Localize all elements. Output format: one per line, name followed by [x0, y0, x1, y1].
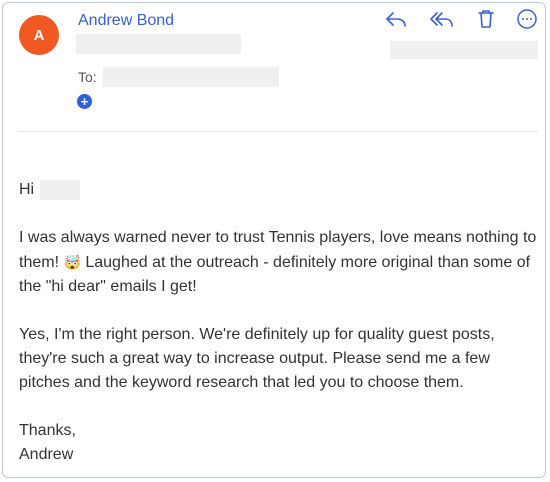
redacted-recipient	[103, 67, 279, 87]
email-card: A Andrew Bond To: + Hi I was always warn…	[2, 2, 546, 478]
redacted-sender-email	[76, 34, 241, 54]
add-recipient-icon[interactable]: +	[77, 94, 92, 109]
header-divider	[18, 131, 538, 132]
redacted-recipient-name	[40, 180, 81, 200]
signoff: Thanks,	[19, 422, 76, 439]
paragraph-1: I was always warned never to trust Tenni…	[19, 229, 537, 295]
greeting-line: Hi	[19, 178, 539, 202]
more-options-icon[interactable]	[514, 8, 540, 30]
greeting: Hi	[19, 181, 35, 198]
redacted-date	[390, 41, 538, 59]
reply-all-icon[interactable]	[429, 8, 455, 30]
to-label: To:	[78, 69, 97, 85]
signature: Andrew	[19, 446, 74, 463]
message-body: Hi I was always warned never to trust Te…	[19, 178, 539, 467]
avatar: A	[19, 15, 59, 55]
reply-icon[interactable]	[383, 8, 409, 30]
exploding-head-emoji: 🤯	[63, 254, 81, 270]
sender-name[interactable]: Andrew Bond	[78, 12, 174, 30]
paragraph-2: Yes, I'm the right person. We're definit…	[19, 326, 495, 391]
trash-icon[interactable]	[473, 8, 499, 30]
